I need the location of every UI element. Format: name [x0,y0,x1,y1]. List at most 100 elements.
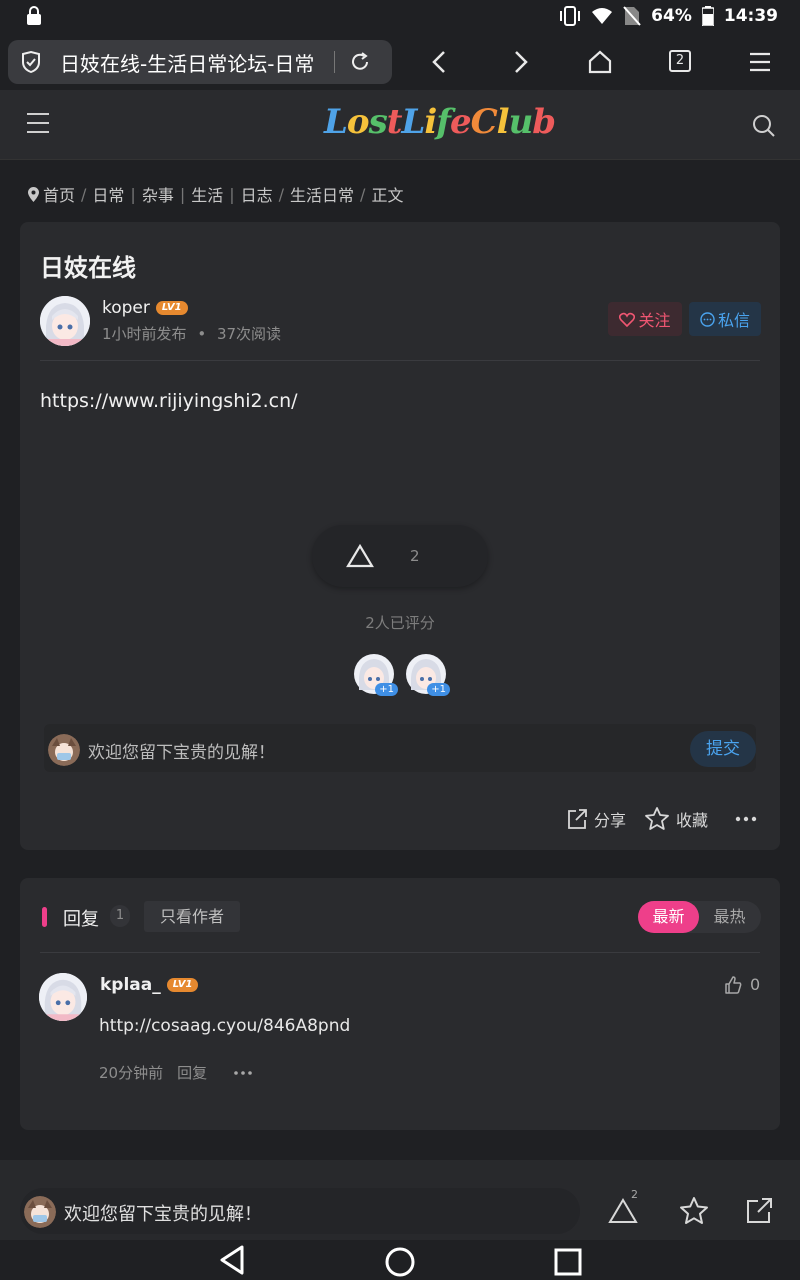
message-button[interactable]: 私信 [689,302,761,336]
address-divider [334,51,335,73]
share-icon [568,808,587,829]
share-label: 分享 [593,810,626,830]
back-icon[interactable] [426,48,454,76]
rated-count-text: 2人已评分 [365,614,435,632]
more-icon[interactable] [734,816,758,822]
tab-count-button[interactable]: 2 [669,50,691,72]
author-name[interactable]: koper [102,298,150,318]
favorite-button[interactable]: 收藏 [644,806,708,831]
system-home-icon[interactable] [384,1246,416,1278]
battery-percent: 64% [651,6,692,26]
like-button[interactable]: 0 [724,975,760,994]
triangle-icon [346,543,374,568]
rating-button[interactable]: 2 [312,525,488,587]
system-back-icon[interactable] [218,1244,246,1276]
breadcrumb-item-current: 正文 [371,186,404,205]
breadcrumb-item-journal[interactable]: 日志 [241,182,273,206]
forward-icon[interactable] [506,48,534,76]
bottom-comment-bar: 欢迎您留下宝贵的见解！ 2 [0,1160,800,1240]
post-actions: 分享 收藏 [560,806,758,831]
status-bar: 64% 14:39 [0,0,800,34]
star-icon[interactable] [679,1196,709,1226]
divider [40,360,760,361]
post-card: 日妓在线 koper LV1 1小时前发布 • 37次阅读 关注 私信 http… [20,222,780,850]
reply-time: 20分钟前 [99,1064,164,1082]
reply-text: http://cosaag.cyou/846A8pnd [99,1016,351,1036]
comment-placeholder: 欢迎您留下宝贵的见解！ [88,743,275,763]
breadcrumb-separator: / [360,184,366,204]
meta-dot: • [197,325,207,343]
heart-icon [619,312,636,327]
location-pin-icon [28,186,39,202]
post-time: 1小时前发布 [102,325,187,343]
only-author-button[interactable]: 只看作者 [144,901,240,932]
rating-count: 2 [410,547,420,565]
breadcrumb-separator: | [229,184,235,204]
breadcrumb-item-life[interactable]: 生活 [191,182,223,206]
level-badge: LV1 [155,301,188,315]
star-icon [645,807,669,830]
reply-author-avatar[interactable] [39,973,87,1021]
browser-menu-icon[interactable] [746,48,774,76]
lock-icon [27,6,41,25]
thumbs-up-icon [725,975,742,994]
rater-avatar[interactable]: +1 [354,654,398,696]
breadcrumb-separator: | [130,184,136,204]
breadcrumb-item-misc[interactable]: 杂事 [142,182,174,206]
breadcrumb: 首页 / 日常 | 杂事 | 生活 | 日志 / 生活日常 / 正文 [28,182,403,206]
site-logo[interactable]: LostLifeClub [324,102,556,142]
search-icon[interactable] [752,114,776,138]
replies-count: 1 [110,905,130,927]
author-name-row: koper LV1 [102,298,188,318]
home-icon[interactable] [586,48,614,76]
sort-latest-tab[interactable]: 最新 [638,901,699,933]
system-navigation-bar [0,1240,800,1280]
sort-hot-tab[interactable]: 最热 [699,901,760,933]
share-button[interactable]: 分享 [566,807,626,831]
bottom-comment-placeholder: 欢迎您留下宝贵的见解！ [64,1204,262,1225]
rater-avatar[interactable]: +1 [406,654,450,696]
share-icon[interactable] [744,1196,774,1226]
replies-title: 回复 [63,909,99,930]
reply-author-row: kplaa_ LV1 [100,975,199,995]
wifi-icon [592,8,613,24]
post-views: 37次阅读 [216,325,282,343]
breadcrumb-item-home[interactable]: 首页 [43,182,75,206]
like-count: 0 [750,975,761,994]
page-tab-title[interactable]: 日妓在线-生活日常论坛-日常 [60,48,326,77]
shield-icon[interactable] [20,51,42,73]
submit-button[interactable]: 提交 [690,731,756,767]
system-recents-icon[interactable] [554,1248,582,1276]
battery-icon [701,6,714,26]
reply-link[interactable]: 回复 [177,1062,207,1083]
chat-icon [700,311,715,327]
reply-author-name[interactable]: kplaa_ [100,975,161,995]
favorite-label: 收藏 [675,810,708,830]
rater-plus-badge: +1 [427,683,450,696]
clock: 14:39 [723,6,778,26]
breadcrumb-item-daily[interactable]: 日常 [92,182,124,206]
breadcrumb-item-life-daily[interactable]: 生活日常 [290,182,354,206]
reload-icon[interactable] [349,51,371,73]
hamburger-icon[interactable] [26,112,50,134]
level-badge: LV1 [166,978,199,992]
replies-card: 回复 1 只看作者 最新 最热 kplaa_ LV1 0 http://cosa… [20,878,780,1130]
bottom-rating-count: 2 [631,1188,638,1201]
follow-label: 关注 [638,311,671,330]
user-avatar [48,734,80,766]
comment-input[interactable]: 欢迎您留下宝贵的见解！ [44,724,756,772]
vibrate-icon [560,6,581,26]
post-meta: 1小时前发布 • 37次阅读 [102,323,281,344]
post-body: https://www.rijiyingshi2.cn/ [40,390,298,412]
breadcrumb-separator: | [179,184,186,204]
author-avatar[interactable] [40,296,90,346]
message-label: 私信 [717,311,750,330]
address-bar[interactable]: 日妓在线-生活日常论坛-日常 [8,40,392,84]
breadcrumb-separator: / [278,184,285,204]
bottom-comment-input[interactable]: 欢迎您留下宝贵的见解！ [20,1188,580,1234]
section-accent-bar [42,907,47,927]
more-icon[interactable] [233,1070,253,1076]
post-title: 日妓在线 [40,254,136,282]
breadcrumb-separator: / [81,184,87,204]
follow-button[interactable]: 关注 [608,302,682,336]
